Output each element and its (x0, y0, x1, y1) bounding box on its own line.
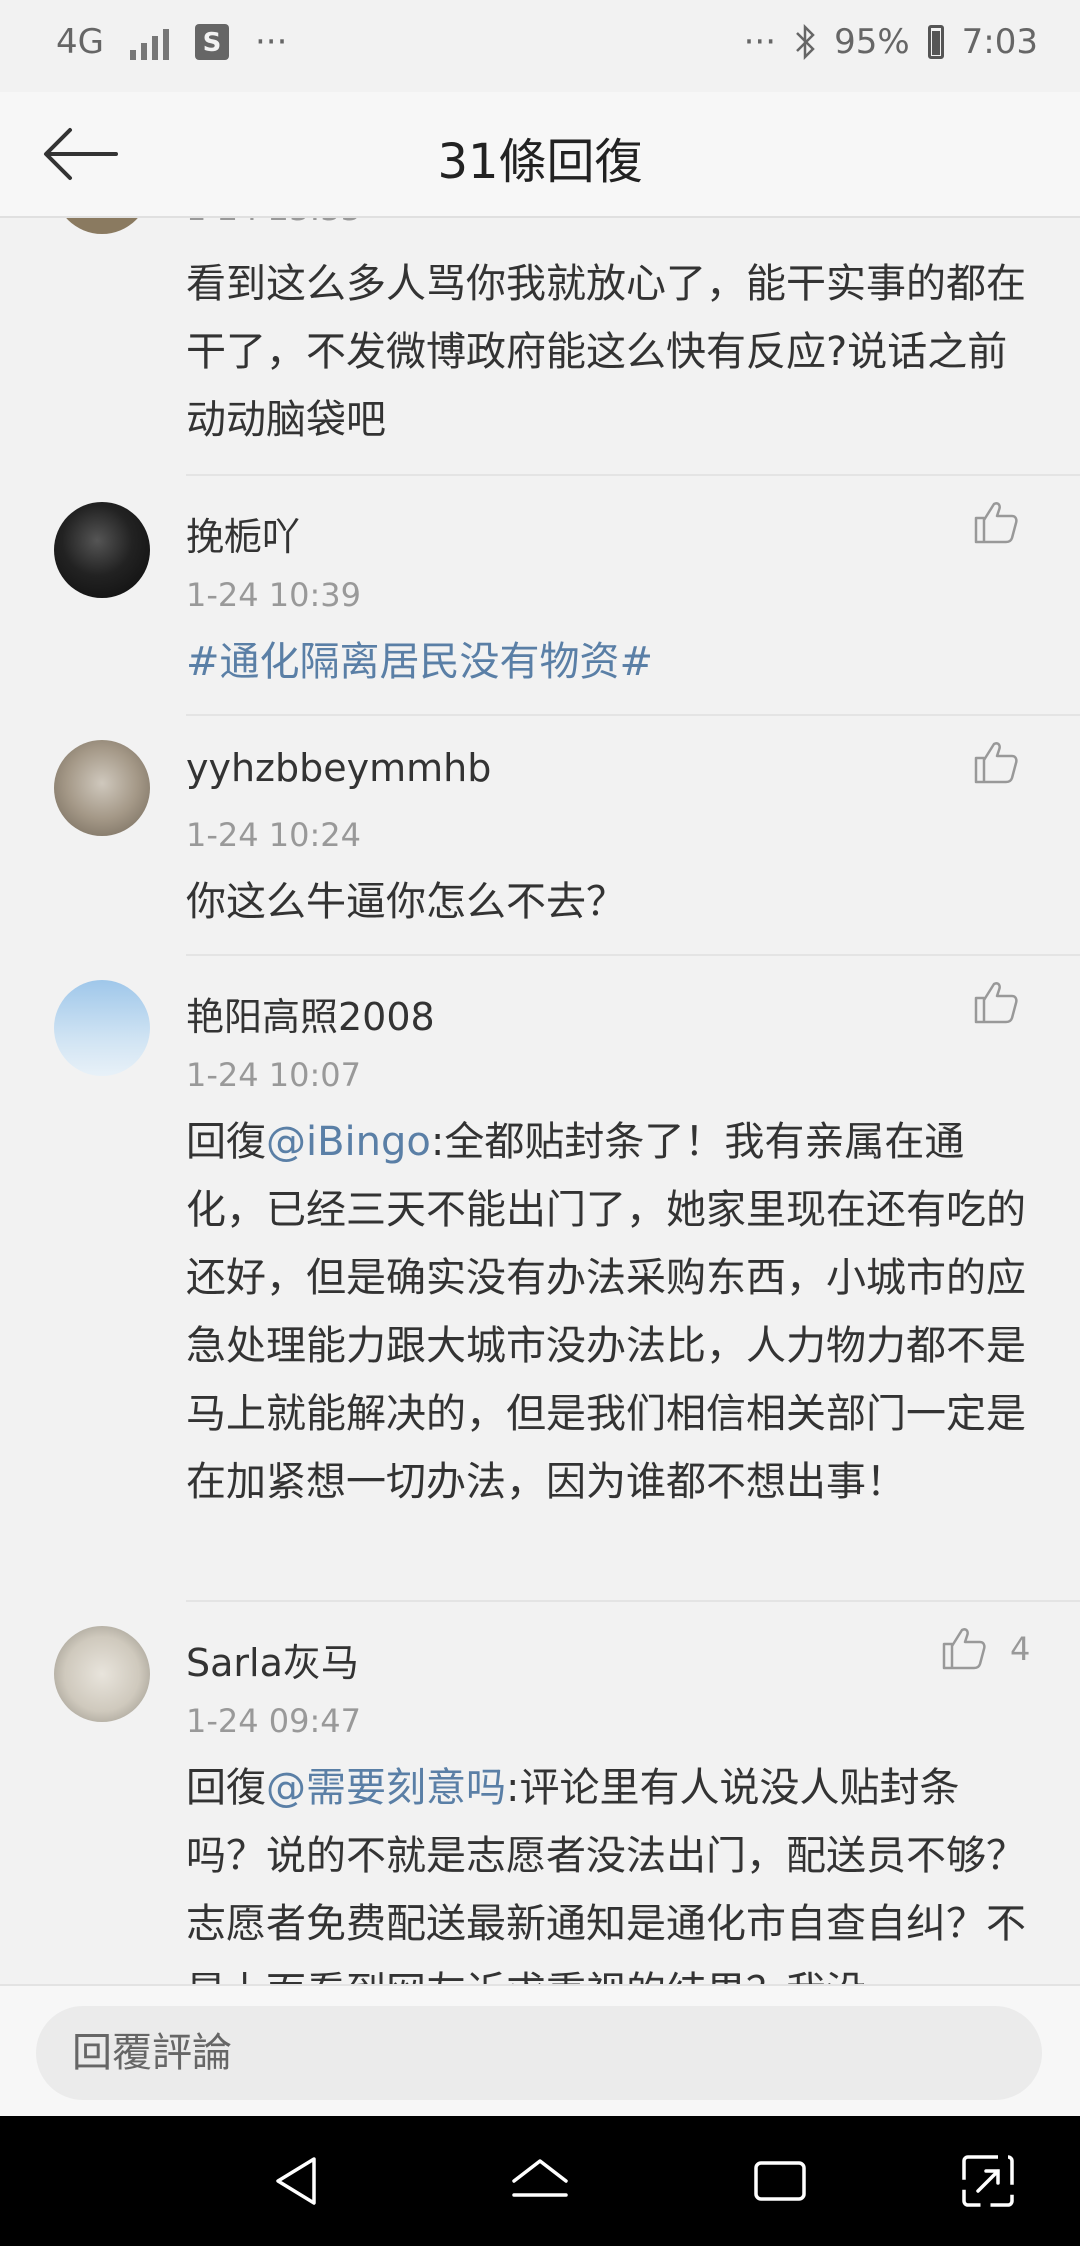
comment-body: :全都贴封条了！我有亲属在通化，已经三天不能出门了，她家里现在还有吃的还好，但是… (186, 1119, 1026, 1505)
mention-link[interactable]: @iBingo (266, 1119, 431, 1165)
reply-prefix: 回復 (186, 1765, 266, 1811)
status-bar: 4G S ··· ··· 95% 7:03 (0, 0, 1080, 92)
store-icon: S (194, 24, 229, 60)
comment-list[interactable]: 1-24 23:33 看到这么多人骂你我就放心了，能干实事的都在干了，不发微博政… (0, 216, 1080, 1984)
clock: 7:03 (961, 22, 1038, 62)
home-nav-icon[interactable] (508, 2149, 572, 2213)
mention-link[interactable]: @需要刻意吗 (266, 1765, 506, 1811)
comment-time: 1-24 09:47 (186, 1702, 362, 1740)
reply-input[interactable] (36, 2006, 1042, 2100)
recent-apps-icon[interactable] (748, 2149, 812, 2213)
system-nav-bar (0, 2116, 1080, 2246)
like-count: 4 (1010, 1630, 1031, 1668)
comment-item: yyhzbbeymmhb 1-24 10:24 你这么牛逼你怎么不去？ (0, 716, 1080, 956)
comment-text: 看到这么多人骂你我就放心了，能干实事的都在干了，不发微博政府能这么快有反应?说话… (186, 261, 1026, 443)
comment-time: 1-24 10:24 (186, 816, 362, 854)
network-type: 4G (56, 22, 104, 62)
comment-topic-link[interactable]: #通化隔离居民没有物资# (186, 628, 1036, 696)
comment-item: 挽栀吖 1-24 10:39 #通化隔离居民没有物资# (0, 476, 1080, 716)
like-icon[interactable] (940, 1624, 988, 1672)
like-icon[interactable] (972, 738, 1020, 786)
reply-prefix: 回復 (186, 1119, 266, 1165)
back-nav-icon[interactable] (268, 2149, 332, 2213)
like-icon[interactable] (972, 498, 1020, 546)
comment-username[interactable]: yyhzbbeymmhb (186, 746, 491, 790)
comment-time: 1-24 10:39 (186, 576, 362, 614)
comment-text: 回復@iBingo:全都贴封条了！我有亲属在通化，已经三天不能出门了，她家里现在… (186, 1108, 1036, 1516)
bluetooth-icon (796, 24, 815, 60)
reply-bar (0, 1984, 1080, 2118)
comment-text: 你这么牛逼你怎么不去？ (186, 879, 626, 925)
top-bar: 31條回復 (0, 92, 1080, 218)
notification-more-right: ··· (743, 22, 777, 62)
expand-icon[interactable] (956, 2149, 1020, 2213)
comment-username[interactable]: 挽栀吖 (186, 506, 300, 561)
comment-text: 回復@需要刻意吗:评论里有人说没人贴封条吗？说的不就是志愿者没法出门，配送员不够… (186, 1754, 1036, 1984)
avatar[interactable] (54, 1626, 150, 1722)
battery-icon (927, 25, 944, 59)
comment-username[interactable]: Sarla灰马 (186, 1632, 359, 1687)
like-icon[interactable] (972, 978, 1020, 1026)
battery-percent: 95% (834, 22, 910, 62)
avatar[interactable] (54, 502, 150, 598)
signal-icon (129, 24, 169, 60)
comment-item: Sarla灰马 4 1-24 09:47 回復@需要刻意吗:评论里有人说没人贴封… (0, 1602, 1080, 1984)
avatar[interactable] (54, 740, 150, 836)
comment-item: 艳阳高照2008 1-24 10:07 回復@iBingo:全都贴封条了！我有亲… (0, 956, 1080, 1596)
notification-more: ··· (254, 22, 288, 62)
comment-time: 1-24 10:07 (186, 1056, 362, 1094)
avatar[interactable] (54, 216, 150, 234)
page-title: 31條回復 (437, 134, 643, 190)
comment-username[interactable]: 艳阳高照2008 (186, 986, 435, 1041)
avatar[interactable] (54, 980, 150, 1076)
